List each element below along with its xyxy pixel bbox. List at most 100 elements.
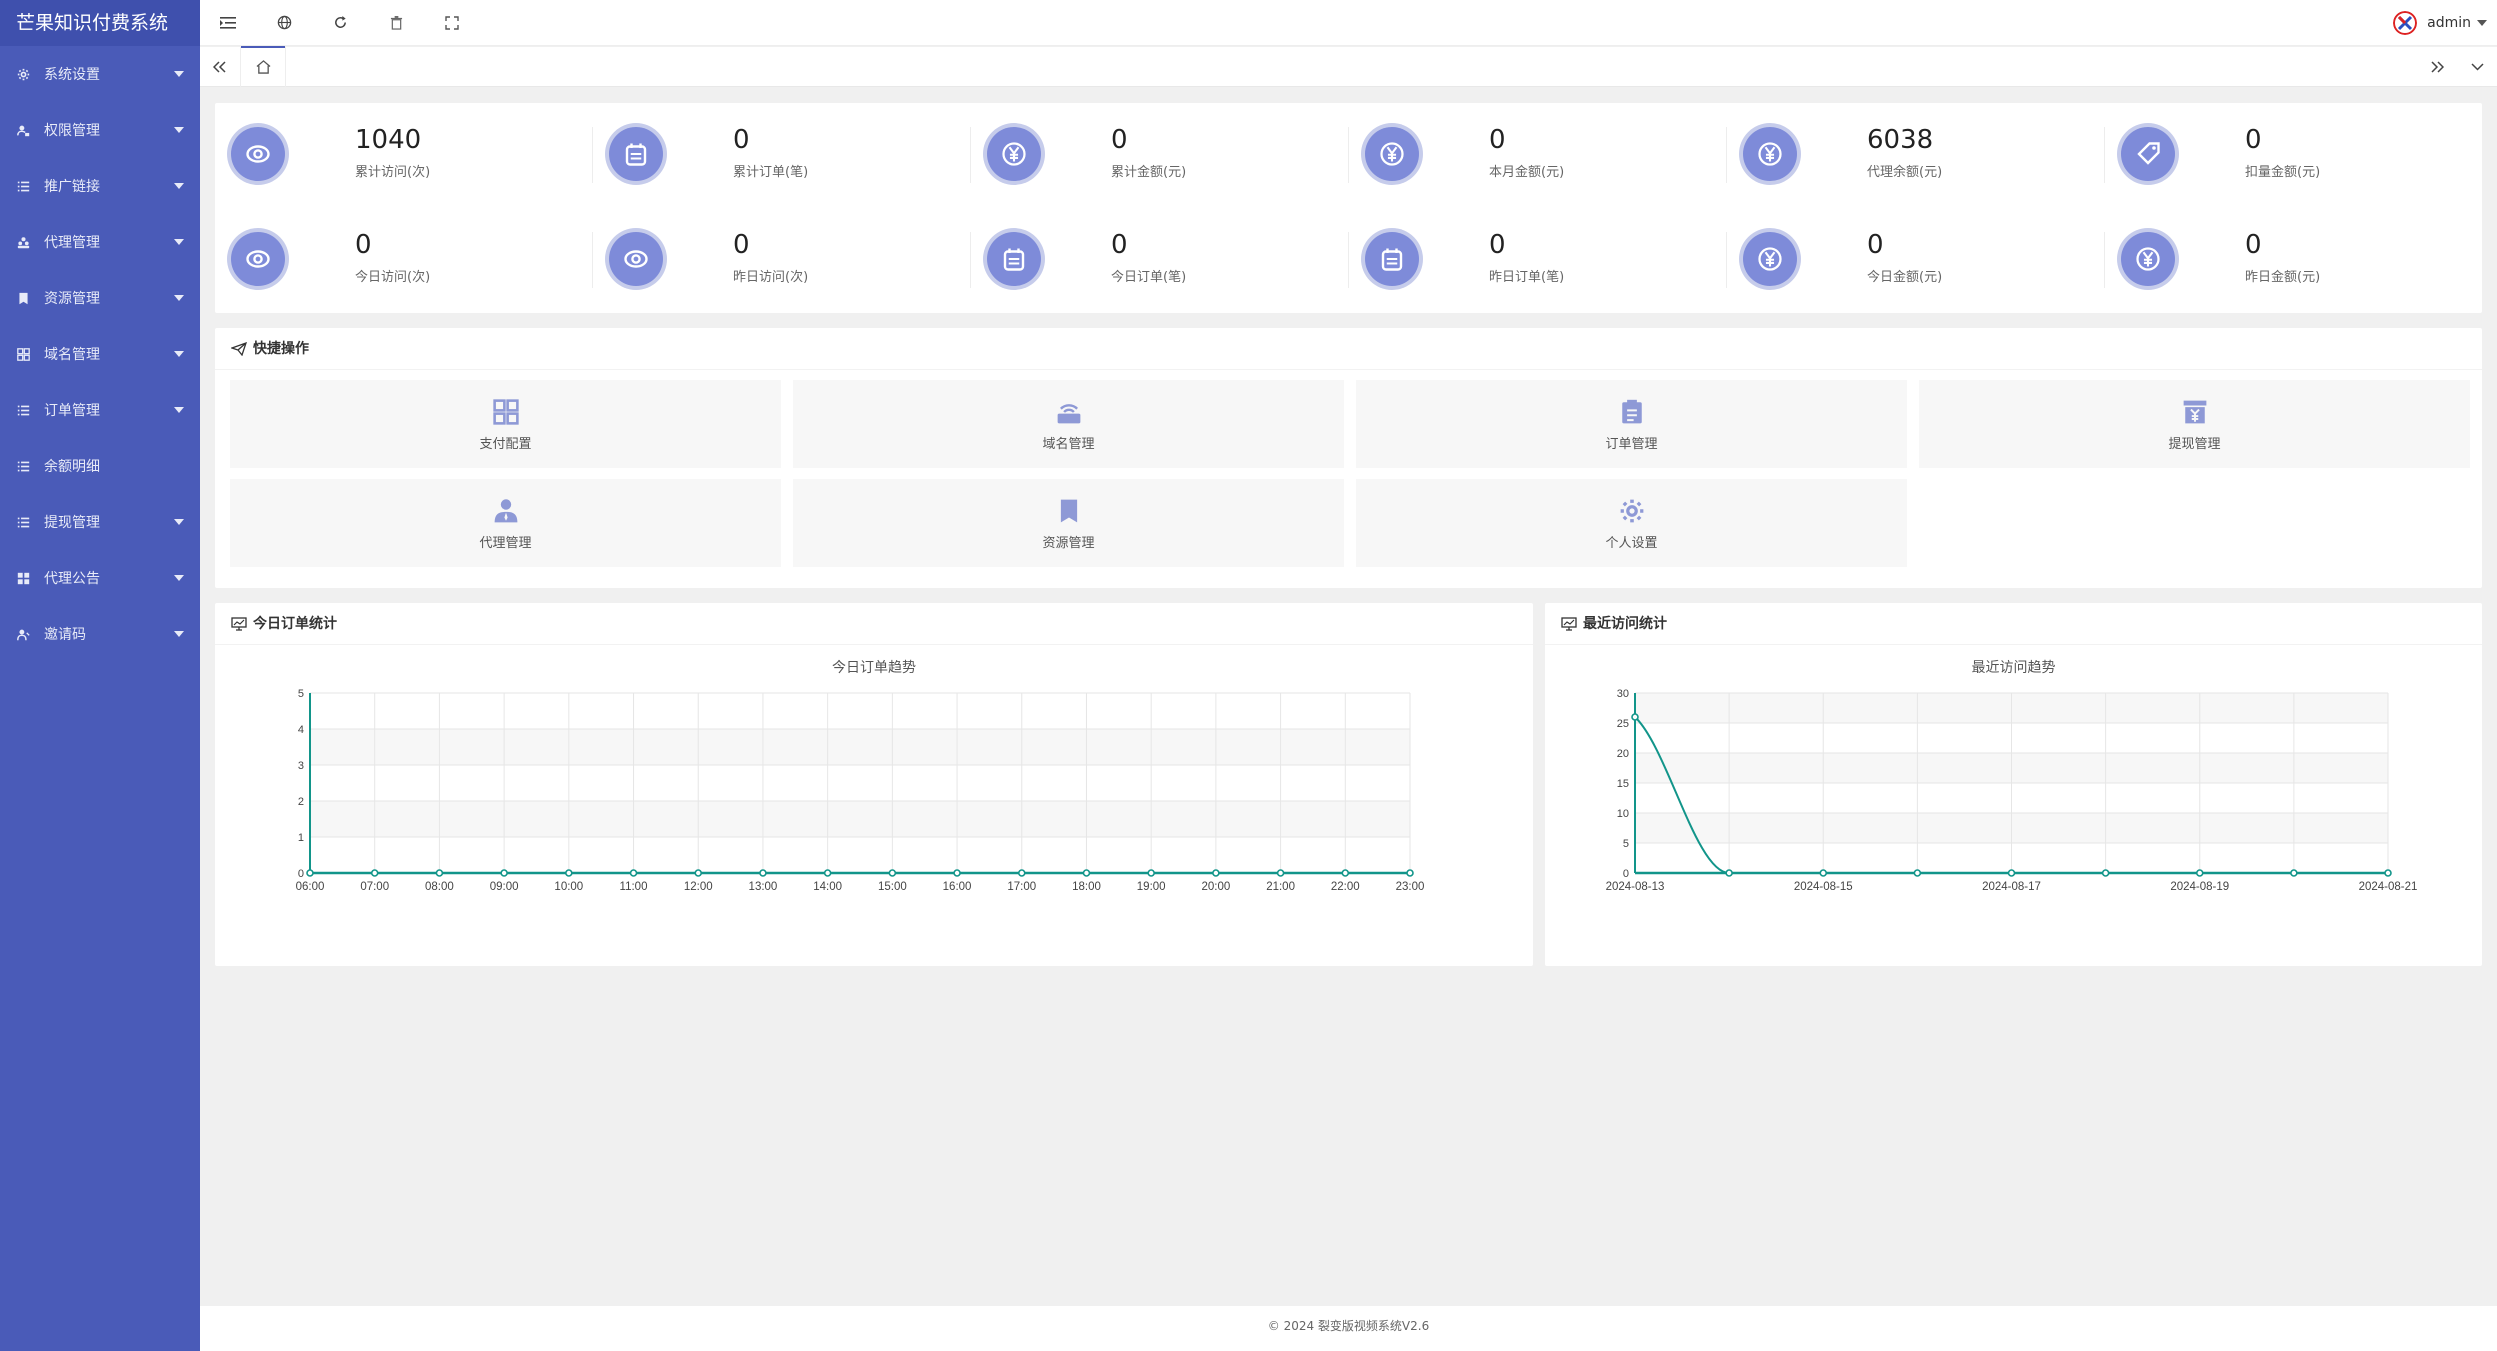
- tab-scroll-right-button[interactable]: [2417, 47, 2457, 87]
- data-point: [1406, 869, 1414, 877]
- stat-icon-circle: [2121, 127, 2175, 181]
- username-label: admin: [2427, 15, 2471, 31]
- x-tick-label: 10:00: [554, 881, 583, 893]
- book-icon: [1060, 499, 1077, 522]
- quick-action-button[interactable]: 代理管理: [230, 479, 781, 567]
- stat-icon-circle: [609, 232, 663, 286]
- today-orders-title: 今日订单统计: [215, 603, 1533, 645]
- quick-action-button[interactable]: 支付配置: [230, 380, 781, 468]
- y-tick-label: 4: [298, 724, 304, 736]
- sidebar-item-label: 订单管理: [44, 403, 100, 419]
- eye-icon: [246, 250, 270, 268]
- stat-value: 0: [733, 125, 750, 155]
- clear-cache-button[interactable]: [368, 0, 424, 46]
- sidebar-item-10[interactable]: 邀请码: [0, 606, 200, 662]
- grid-band: [310, 801, 1410, 837]
- sidebar-item-6[interactable]: 订单管理: [0, 382, 200, 438]
- y-tick-label: 0: [298, 868, 304, 880]
- sidebar-item-8[interactable]: 提现管理: [0, 494, 200, 550]
- quick-action-button[interactable]: 域名管理: [793, 380, 1344, 468]
- stat-icon-circle: [2121, 232, 2175, 286]
- quick-actions-panel: 快捷操作 支付配置 域名管理 订单管理 提现管理 代理管理 资源管理 个人设置: [215, 328, 2482, 588]
- stat-icon-circle: [231, 232, 285, 286]
- stat-item: 0 累计订单(笔): [593, 103, 971, 208]
- website-button[interactable]: [256, 0, 312, 46]
- data-point: [2384, 869, 2392, 877]
- book-icon-wrap: [16, 291, 30, 305]
- quick-action-icon: [1054, 496, 1084, 526]
- x-tick-label: 2024-08-17: [1982, 881, 2041, 893]
- x-tick-label: 12:00: [684, 881, 713, 893]
- sidebar-item-3[interactable]: 代理管理: [0, 214, 200, 270]
- grid-icon-wrap: [16, 347, 30, 361]
- x-tick-label: 08:00: [425, 881, 454, 893]
- caret-down-icon: [174, 183, 184, 189]
- quick-action-button[interactable]: 订单管理: [1356, 380, 1907, 468]
- stat-label: 累计访问(次): [355, 165, 431, 180]
- caret-down-icon: [174, 631, 184, 637]
- sidebar-item-5[interactable]: 域名管理: [0, 326, 200, 382]
- quick-action-label: 代理管理: [479, 535, 532, 551]
- caret-down-icon: [2477, 20, 2487, 26]
- data-point: [435, 869, 444, 877]
- y-tick-label: 1: [298, 832, 304, 844]
- eye-icon: [624, 250, 648, 268]
- stat-item: 0 今日访问(次): [215, 208, 593, 313]
- app-logo-title[interactable]: 芒果知识付费系统: [0, 0, 200, 46]
- stat-value: 0: [355, 230, 372, 260]
- sidebar-item-9[interactable]: 代理公告: [0, 550, 200, 606]
- caret-down-icon: [174, 519, 184, 525]
- x-tick-label: 2024-08-15: [1794, 881, 1853, 893]
- x-tick-label: 2024-08-19: [2170, 881, 2229, 893]
- today-orders-panel: 今日订单统计 今日订单趋势 0 1 2 3 4 5 06:00 07:00 08:00 09:00…: [215, 603, 1533, 966]
- recent-visits-chart: 0 5 10 15 20 25 30 2024-08-13 2024-08-15 2024-08-…: [1606, 688, 2418, 893]
- stat-label: 代理余额(元): [1867, 165, 1943, 180]
- tab-options-button[interactable]: [2457, 47, 2497, 87]
- double-chevron-left-icon: [213, 61, 226, 73]
- quick-action-button[interactable]: 提现管理: [1919, 380, 2470, 468]
- sidebar-item-2[interactable]: 推广链接: [0, 158, 200, 214]
- y-tick-label: 2: [298, 796, 304, 808]
- sidebar-item-0[interactable]: 系统设置: [0, 46, 200, 102]
- sidebar-item-1[interactable]: 权限管理: [0, 102, 200, 158]
- stat-item: 0 扣量金额(元): [2105, 103, 2483, 208]
- refresh-button[interactable]: [312, 0, 368, 46]
- fullscreen-button[interactable]: [424, 0, 480, 46]
- sidebar-item-7[interactable]: 余额明细: [0, 438, 200, 494]
- stat-item: 0 昨日访问(次): [593, 208, 971, 313]
- tab-scroll-left-button[interactable]: [200, 47, 240, 87]
- stat-item: 0 昨日金额(元): [2105, 208, 2483, 313]
- user-lock-icon-wrap: [16, 123, 30, 137]
- user-icon-wrap: [16, 627, 30, 641]
- quick-action-button[interactable]: 资源管理: [793, 479, 1344, 567]
- apps-icon-wrap: [16, 571, 30, 585]
- sidebar-item-label: 代理公告: [44, 571, 100, 587]
- quick-action-label: 资源管理: [1042, 535, 1095, 551]
- top-header: admin: [200, 0, 2497, 46]
- clipboard-icon: [1621, 399, 1642, 423]
- yen-icon: [1758, 247, 1782, 271]
- x-tick-label: 14:00: [813, 881, 842, 893]
- user-menu[interactable]: admin: [2393, 0, 2487, 46]
- menu-fold-icon: [220, 16, 236, 29]
- calendar-icon: [625, 143, 647, 166]
- menu-toggle-button[interactable]: [200, 0, 256, 46]
- group-icon-wrap: [16, 235, 30, 249]
- data-point: [370, 869, 379, 877]
- stat-icon-circle: [1743, 127, 1797, 181]
- tag-icon: [2137, 142, 2160, 165]
- data-point: [2195, 869, 2204, 877]
- data-point: [694, 869, 703, 877]
- today-orders-title-text: 今日订单统计: [253, 615, 337, 632]
- sidebar-item-4[interactable]: 资源管理: [0, 270, 200, 326]
- sidebar-item-label: 系统设置: [44, 67, 100, 83]
- router-icon: [1057, 403, 1080, 423]
- stat-icon-circle: [987, 232, 1041, 286]
- data-point: [2290, 869, 2298, 877]
- stat-icon-circle: [231, 127, 285, 181]
- quick-action-button[interactable]: 个人设置: [1356, 479, 1907, 567]
- tab-home[interactable]: [240, 46, 286, 87]
- grid-icon: [492, 398, 519, 425]
- quick-actions-title-text: 快捷操作: [253, 340, 309, 357]
- quick-action-icon: [491, 496, 521, 526]
